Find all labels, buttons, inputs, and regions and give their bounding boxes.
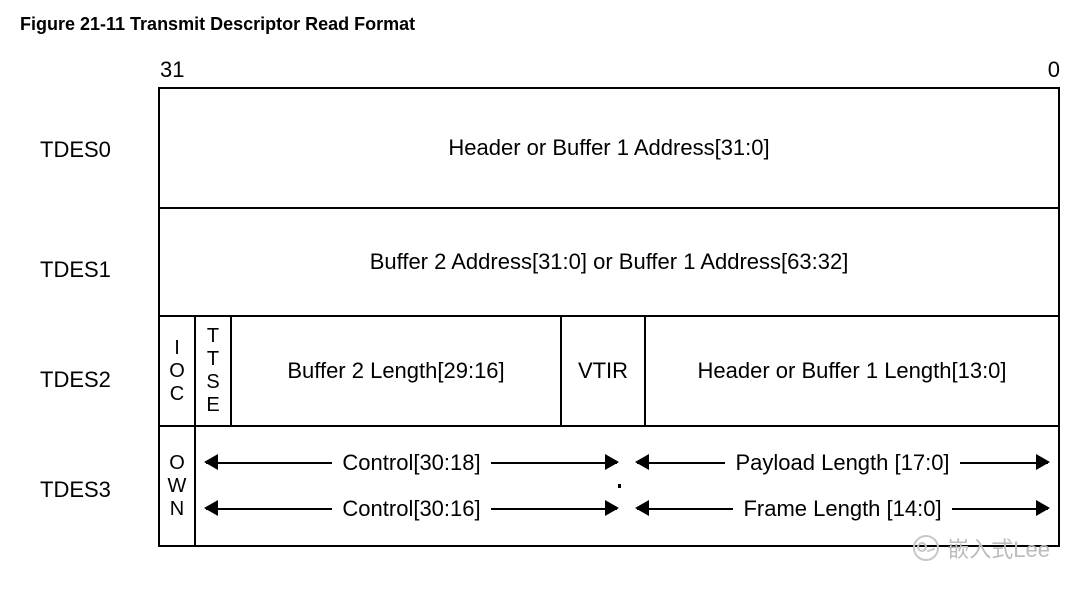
tdes2-ttse-text: T T S E [196,325,230,417]
tdes3-own-cell: O W N [159,426,195,546]
register-table: Header or Buffer 1 Address[31:0] Buffer … [158,87,1060,547]
tdes3-bot-right: Payload Length [17:0] [627,450,1058,476]
tdes3-top-right: Frame Length [14:0] [627,496,1058,522]
bit-lsb: 0 [1048,57,1060,83]
tdes1-label: TDES1 [40,257,111,283]
tdes2-vtir-cell: VTIR [561,316,645,426]
tdes3-control-30-18: Control[30:18] [332,450,490,475]
tdes3-control-30-16: Control[30:16] [332,496,490,521]
tdes3-body-cell: Control[30:16] Frame Length [14:0] [195,426,1059,546]
bit-index-row: 31 0 [158,57,1062,87]
register-diagram: 31 0 Header or Buffer 1 Address[31:0] [158,57,1062,547]
tdes2-hbuf1len-cell: Header or Buffer 1 Length[13:0] [645,316,1059,426]
tdes2-ioc-cell: I O C [159,316,195,426]
tdes3-bot-left: Control[30:18] [196,450,627,476]
tdes3-payload-length: Payload Length [17:0] [725,450,959,475]
tdes2-ttse-cell: T T S E [195,316,231,426]
figure-title: Figure 21-11 Transmit Descriptor Read Fo… [20,14,1062,35]
tdes3-frame-length: Frame Length [14:0] [733,496,951,521]
tdes2-buf2len-cell: Buffer 2 Length[29:16] [231,316,561,426]
tdes3-center-divider [618,484,621,488]
tdes0-cell: Header or Buffer 1 Address[31:0] [159,88,1059,208]
tdes0-label: TDES0 [40,137,111,163]
tdes3-label: TDES3 [40,477,111,503]
tdes2-ioc-text: I O C [160,337,194,406]
tdes3-bottom-row: Control[30:18] Payload Length [17:0] [196,450,1058,476]
figure-body: TDES0 TDES1 TDES2 TDES3 31 0 [18,57,1062,547]
page: Figure 21-11 Transmit Descriptor Read Fo… [0,0,1080,606]
bit-msb: 31 [160,57,184,83]
tdes3-top-left: Control[30:16] [196,496,627,522]
tdes2-label: TDES2 [40,367,111,393]
tdes1-cell: Buffer 2 Address[31:0] or Buffer 1 Addre… [159,208,1059,316]
tdes3-own-text: O W N [160,452,194,521]
tdes3-top-row: Control[30:16] Frame Length [14:0] [196,496,1058,522]
